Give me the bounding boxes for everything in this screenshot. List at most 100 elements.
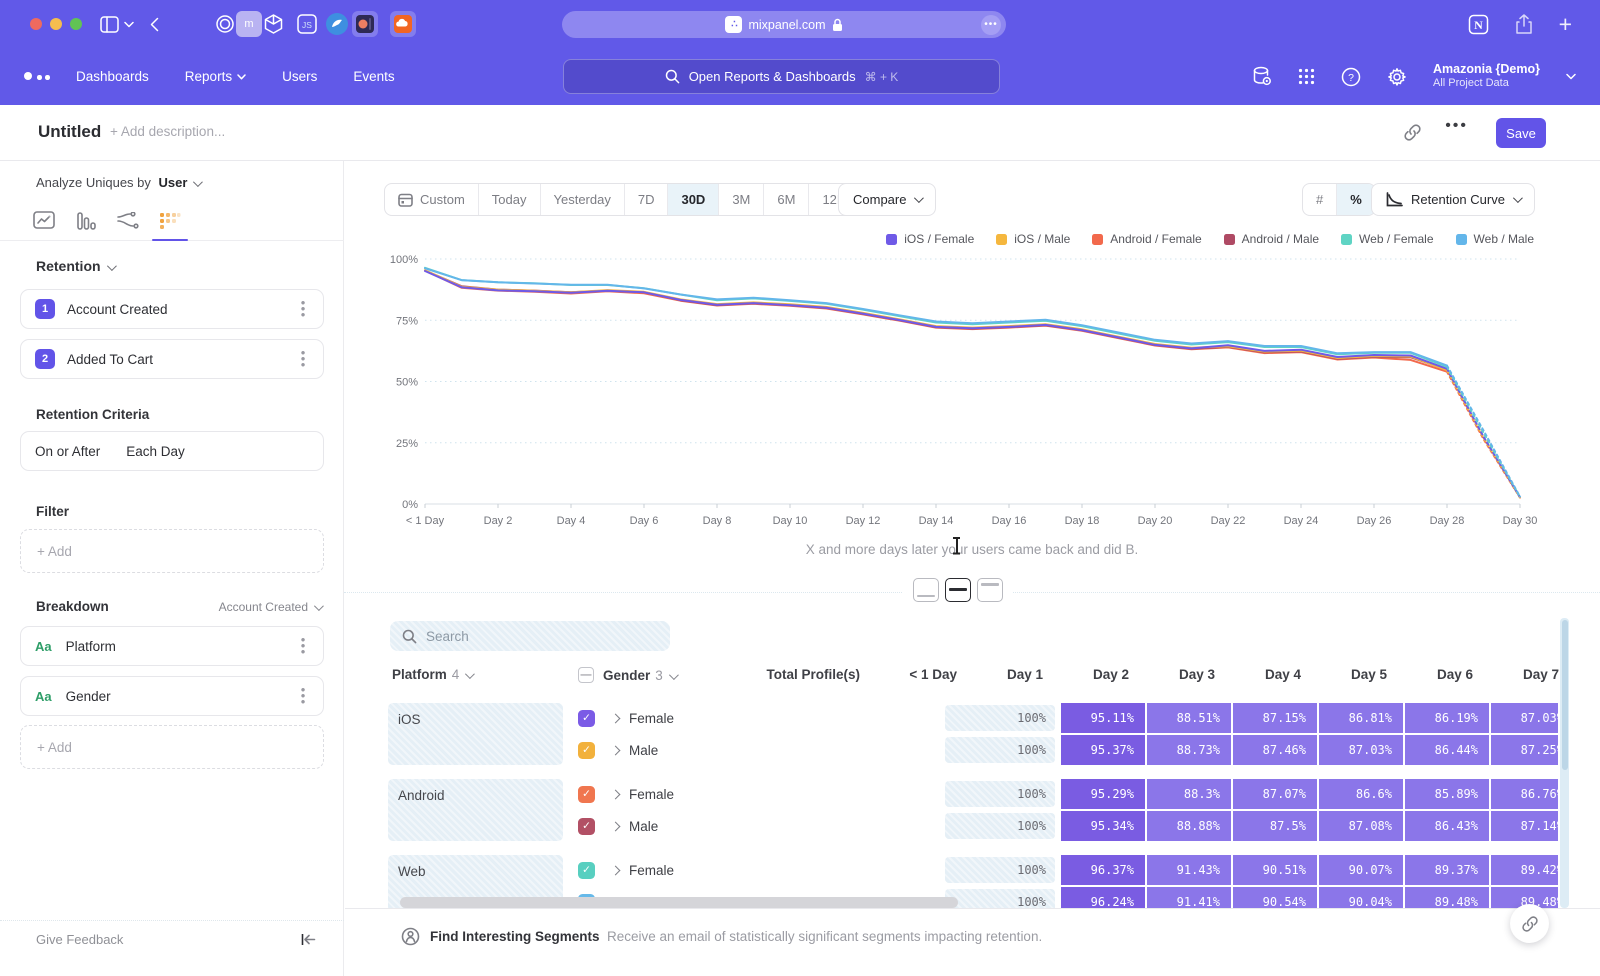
range-today[interactable]: Today [479, 184, 541, 215]
vertical-scrollbar[interactable] [1560, 618, 1569, 908]
retention-value-cell[interactable]: 96.24% [1061, 887, 1145, 908]
legend-item[interactable]: Web / Male [1456, 232, 1534, 246]
browser-back-icon[interactable] [150, 12, 159, 36]
retention-value-cell[interactable]: 91.41% [1147, 887, 1231, 908]
step-event-label[interactable]: Account Created [67, 302, 297, 317]
data-management-icon[interactable] [1252, 66, 1272, 87]
breakdown-add-button[interactable]: + Add [20, 725, 324, 769]
row-expand-chevron-icon[interactable] [611, 789, 621, 799]
breakdown-kebab-menu-icon[interactable]: ••• [297, 687, 309, 705]
browser-sidebar-icon[interactable] [100, 12, 119, 36]
row-checkbox[interactable]: ✓ [578, 786, 595, 803]
retention-value-cell[interactable]: 91.43% [1147, 855, 1231, 885]
step-kebab-menu-icon[interactable]: ••• [297, 350, 309, 368]
window-zoom-button[interactable] [70, 18, 82, 30]
retention-value-cell[interactable]: 88.88% [1147, 811, 1231, 841]
retention-section-label[interactable]: Retention [36, 258, 114, 274]
range-custom[interactable]: Custom [385, 184, 479, 215]
notion-tab-icon[interactable]: N [1468, 14, 1489, 35]
retention-value-cell[interactable]: 87.5% [1233, 811, 1317, 841]
retention-step-1[interactable]: 1Account Created••• [20, 289, 324, 329]
range-yesterday[interactable]: Yesterday [541, 184, 625, 215]
retention-value-cell[interactable]: 86.81% [1319, 703, 1403, 733]
legend-item[interactable]: Android / Male [1224, 232, 1319, 246]
retention-value-cell[interactable]: 87.15% [1233, 703, 1317, 733]
total-profiles-column-header[interactable]: Total Profile(s) [670, 667, 860, 682]
give-feedback-link[interactable]: Give Feedback [36, 932, 123, 947]
report-title[interactable]: Untitled [38, 122, 101, 142]
retention-value-cell[interactable]: 85.89% [1405, 779, 1489, 809]
retention-value-cell[interactable]: 90.54% [1233, 887, 1317, 908]
retention-criteria-control[interactable]: On or After Each Day [20, 431, 324, 471]
extension-cloud-icon[interactable] [390, 11, 416, 37]
retention-value-cell[interactable]: 95.29% [1061, 779, 1145, 809]
retention-curve-chart[interactable]: 0%25%50%75%100%< 1 DayDay 2Day 4Day 6Day… [384, 252, 1544, 530]
range-7d[interactable]: 7D [625, 184, 669, 215]
row-expand-chevron-icon[interactable] [611, 713, 621, 723]
retention-value-cell[interactable]: 86.76% [1491, 779, 1558, 809]
extension-cube-icon[interactable] [260, 11, 286, 37]
retention-value-cell[interactable]: 95.37% [1061, 735, 1145, 765]
horizontal-scrollbar[interactable] [400, 897, 958, 908]
copy-link-icon[interactable] [1403, 123, 1422, 142]
range-30d[interactable]: 30D [668, 184, 719, 215]
nav-item-dashboards[interactable]: Dashboards [76, 69, 149, 84]
row-checkbox[interactable]: ✓ [578, 818, 595, 835]
project-switcher[interactable]: Amazonia {Demo} All Project Data [1433, 62, 1540, 91]
retention-value-cell[interactable]: 95.11% [1061, 703, 1145, 733]
settings-gear-icon[interactable] [1387, 67, 1407, 87]
analyze-uniques-control[interactable]: Analyze Uniques by User [36, 175, 200, 190]
day-column-header[interactable]: Day 1 [959, 667, 1043, 682]
retention-value-cell[interactable]: 86.6% [1319, 779, 1403, 809]
retention-value-cell[interactable]: 89.37% [1405, 855, 1489, 885]
retention-value-cell[interactable]: 90.04% [1319, 887, 1403, 908]
extension-js-icon[interactable]: JS [294, 11, 320, 37]
extension-red-panel-icon[interactable] [352, 11, 378, 37]
range-6m[interactable]: 6M [764, 184, 809, 215]
day-column-header[interactable]: Day 3 [1131, 667, 1215, 682]
day-column-header[interactable]: Day 5 [1303, 667, 1387, 682]
range-3m[interactable]: 3M [719, 184, 764, 215]
find-interesting-segments-button[interactable]: Find Interesting Segments [430, 929, 600, 944]
retention-value-cell[interactable]: 87.08% [1319, 811, 1403, 841]
retention-value-cell[interactable]: 87.25% [1491, 735, 1558, 765]
apps-grid-icon[interactable] [1298, 68, 1315, 85]
tab-overview-chevron-icon[interactable] [124, 12, 134, 36]
legend-item[interactable]: Android / Female [1092, 232, 1201, 246]
legend-item[interactable]: iOS / Female [886, 232, 974, 246]
share-link-fab[interactable] [1510, 904, 1549, 943]
extension-ring-icon[interactable] [212, 11, 238, 37]
row-checkbox[interactable]: ✓ [578, 710, 595, 727]
retention-value-cell[interactable]: 87.03% [1491, 703, 1558, 733]
gender-column-header[interactable]: — Gender3 [578, 667, 676, 683]
legend-item[interactable]: Web / Female [1341, 232, 1433, 246]
report-more-icon[interactable]: ••• [1445, 117, 1468, 135]
nav-item-reports[interactable]: Reports [185, 69, 246, 84]
retention-value-cell[interactable]: 90.51% [1233, 855, 1317, 885]
layout-chart-only-button[interactable] [913, 578, 939, 602]
day-column-header[interactable]: Day 7 [1475, 667, 1559, 682]
report-description-placeholder[interactable]: + Add description... [110, 124, 225, 139]
platform-cell[interactable]: iOS [388, 703, 563, 765]
platform-column-header[interactable]: Platform4 [392, 667, 472, 682]
retention-value-cell[interactable]: 90.07% [1319, 855, 1403, 885]
criteria-each-day[interactable]: Each Day [126, 444, 185, 459]
help-icon[interactable]: ? [1341, 67, 1361, 87]
analyze-value[interactable]: User [159, 175, 188, 190]
save-button[interactable]: Save [1496, 118, 1546, 148]
breakdown-platform[interactable]: AaPlatform••• [20, 626, 324, 666]
select-all-checkbox[interactable]: — [578, 667, 594, 683]
day-column-header[interactable]: Day 4 [1217, 667, 1301, 682]
retention-value-cell[interactable]: 86.43% [1405, 811, 1489, 841]
retention-value-cell[interactable]: 95.34% [1061, 811, 1145, 841]
criteria-on-or-after[interactable]: On or After [35, 444, 100, 459]
mixpanel-logo[interactable] [24, 70, 50, 82]
legend-item[interactable]: iOS / Male [996, 232, 1070, 246]
url-bar[interactable]: ∴ mixpanel.com ••• [562, 11, 1006, 38]
table-search-input[interactable]: Search [390, 621, 670, 651]
nav-item-events[interactable]: Events [353, 69, 394, 84]
window-close-button[interactable] [30, 18, 42, 30]
retention-step-2[interactable]: 2Added To Cart••• [20, 339, 324, 379]
step-kebab-menu-icon[interactable]: ••• [297, 300, 309, 318]
retention-value-cell[interactable]: 87.03% [1319, 735, 1403, 765]
